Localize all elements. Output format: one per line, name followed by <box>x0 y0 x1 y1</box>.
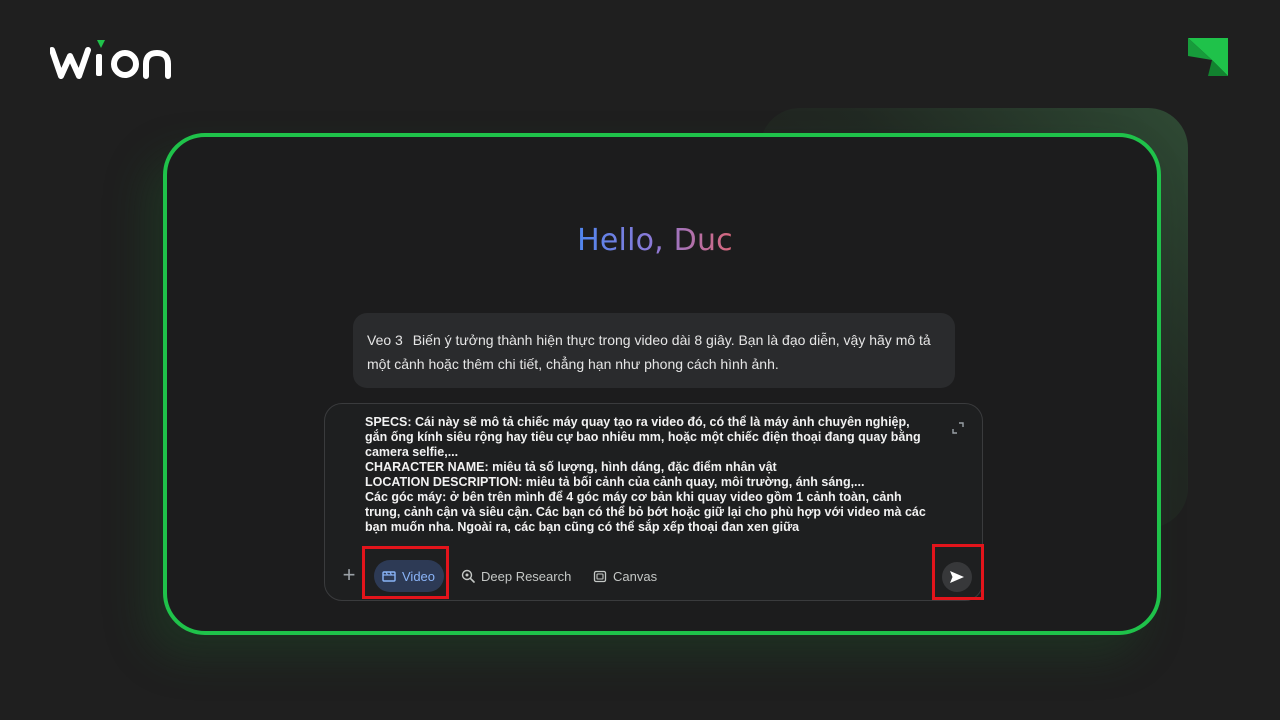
veo-badge: Veo 3 <box>367 332 403 348</box>
deep-research-label: Deep Research <box>481 568 572 584</box>
video-icon <box>382 571 396 582</box>
plus-icon[interactable]: + <box>339 564 359 586</box>
page: Hello, Duc Veo 3 Biến ý tưởng thành hiện… <box>0 0 1280 720</box>
composer-toolbar: + Video Deep Research Canvas <box>325 556 982 596</box>
deep-research-icon <box>461 569 475 583</box>
video-tool-button[interactable]: Video <box>374 560 444 592</box>
wion-logo <box>50 40 171 79</box>
expand-icon[interactable] <box>952 422 964 434</box>
greeting-heading: Hello, Duc <box>577 223 733 258</box>
canvas-button[interactable]: Canvas <box>585 560 665 592</box>
prompt-composer[interactable]: SPECS: Cái này sẽ mô tả chiếc máy quay t… <box>324 403 983 601</box>
canvas-icon <box>593 570 607 583</box>
video-tool-label: Video <box>402 568 436 584</box>
send-icon <box>950 571 964 583</box>
veo-description: Biến ý tưởng thành hiện thực trong video… <box>367 332 931 372</box>
prompt-input[interactable]: SPECS: Cái này sẽ mô tả chiếc máy quay t… <box>365 415 930 535</box>
canvas-label: Canvas <box>613 568 658 584</box>
deep-research-button[interactable]: Deep Research <box>453 560 579 592</box>
veo-info-card: Veo 3 Biến ý tưởng thành hiện thực trong… <box>353 313 955 388</box>
send-button[interactable] <box>942 562 972 592</box>
corner-arrow-icon <box>1188 38 1228 76</box>
